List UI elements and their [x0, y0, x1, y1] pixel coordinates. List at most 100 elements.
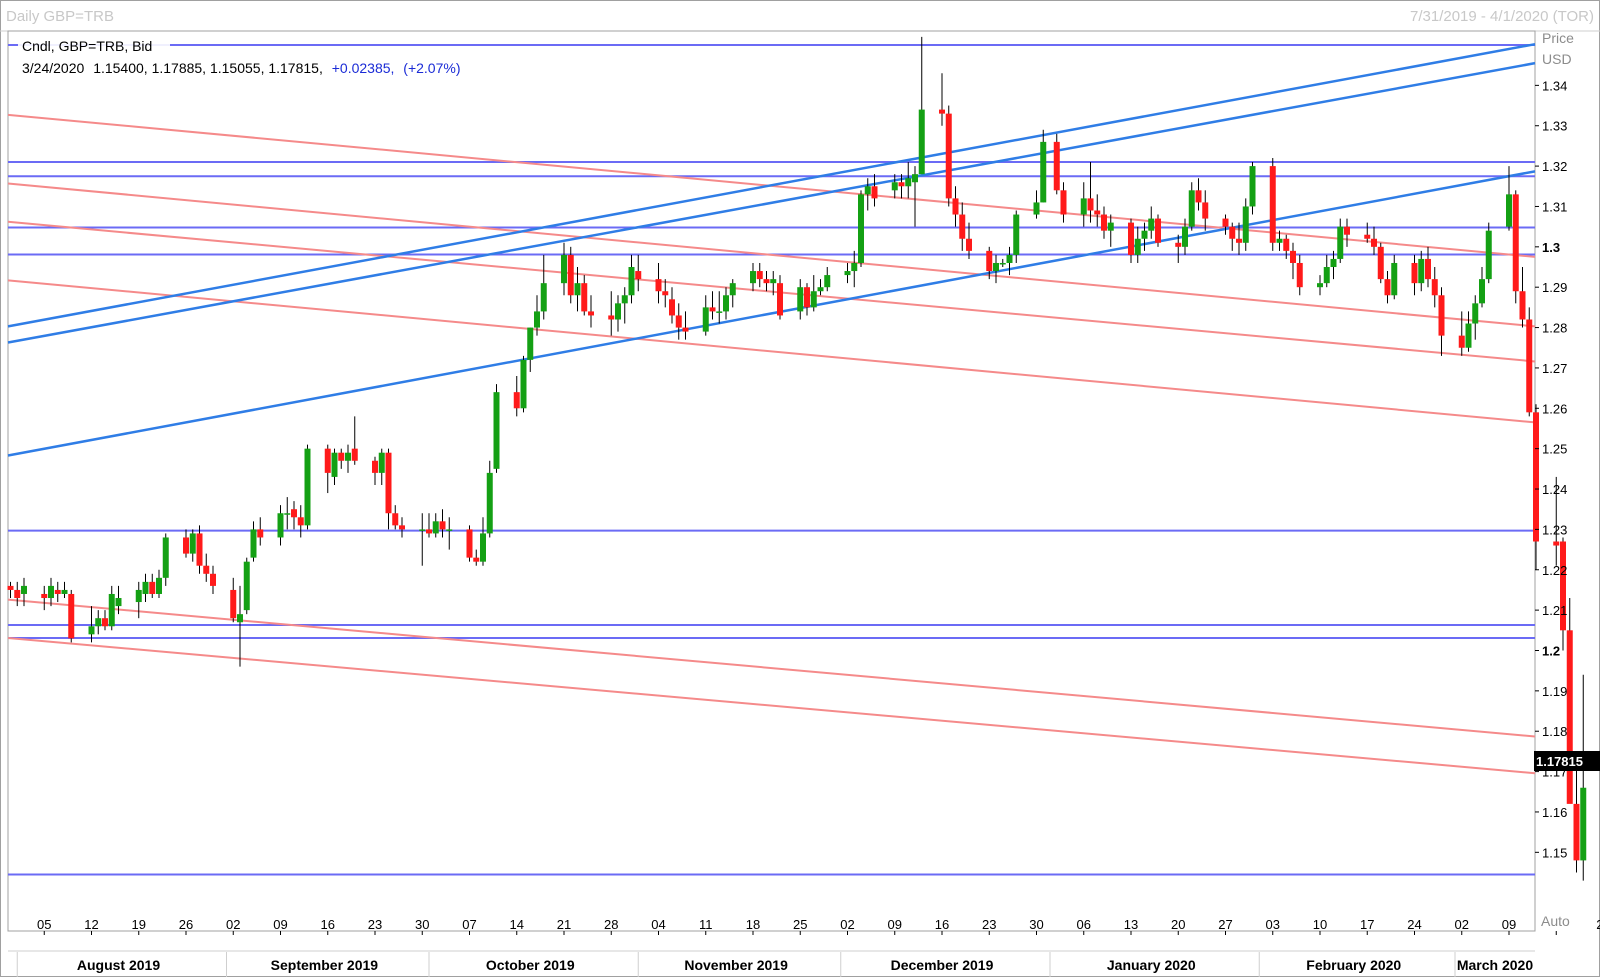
candle-body-down: [210, 573, 216, 586]
candle-body-up: [95, 618, 102, 627]
candle-body-down: [1202, 202, 1209, 219]
legend-ohlc: 1.15400, 1.17885, 1.15055, 1.17815,: [93, 60, 323, 76]
candle-body-down: [986, 250, 993, 272]
candle-body-up: [88, 626, 95, 635]
month-label: September 2019: [271, 957, 379, 973]
candle-body-down: [567, 254, 574, 296]
candle-body-down: [1458, 335, 1465, 348]
candle-body-up: [1479, 279, 1485, 304]
price-axis-title: Price: [1542, 30, 1574, 46]
price-tick-label: 1.29: [1542, 280, 1567, 295]
candle-body-down: [426, 529, 432, 534]
candle-body-up: [628, 267, 635, 296]
candle-body-up: [1323, 267, 1330, 284]
candle-body-down: [1236, 238, 1242, 243]
candle-body-down: [1411, 262, 1418, 284]
candle-body-up: [864, 186, 871, 195]
candle-body-up: [750, 271, 756, 284]
candle-body-down: [1431, 279, 1438, 296]
candle-body-up: [1134, 238, 1141, 255]
candle-body-down: [1519, 291, 1526, 320]
candle-body-down: [966, 238, 972, 251]
candle-body-down: [1377, 246, 1384, 280]
month-label: August 2019: [77, 957, 160, 973]
candle-body-up: [1580, 787, 1587, 861]
candle-body-up: [844, 271, 851, 276]
candle-body-up: [1337, 226, 1344, 259]
legend-ohlc-line: 3/24/2020 1.15400, 1.17885, 1.15055, 1.1…: [22, 60, 461, 76]
candle-body-down: [662, 291, 669, 296]
candle-body-up: [1182, 226, 1188, 247]
candle[interactable]: [68, 589, 75, 643]
candle-body-up: [918, 109, 925, 175]
candle-body-up: [162, 537, 169, 578]
candle[interactable]: [1053, 133, 1060, 195]
date-tick-label: 07: [462, 917, 476, 932]
date-tick-label: 25: [793, 917, 807, 932]
candle-body-up: [277, 513, 284, 538]
date-tick-label: 30: [415, 917, 429, 932]
candle-body-down: [608, 315, 615, 320]
month-label: December 2019: [891, 957, 994, 973]
candle-body-down: [230, 589, 237, 619]
candle-body-down: [945, 113, 952, 199]
price-tick-label: 1.26: [1542, 401, 1567, 416]
plot-area[interactable]: [7, 30, 1536, 932]
candle[interactable]: [304, 444, 311, 530]
candle[interactable]: [466, 525, 473, 562]
candle[interactable]: [1526, 307, 1533, 417]
candle-body-up: [1317, 283, 1323, 288]
date-tick-label: 02: [226, 917, 240, 932]
candle-body-down: [1526, 319, 1533, 413]
candle[interactable]: [858, 190, 864, 268]
candle-body-up: [1330, 258, 1337, 268]
date-tick-label: 18: [746, 917, 760, 932]
candle[interactable]: [520, 355, 527, 413]
candle-body-up: [135, 589, 142, 603]
candle-body-up: [243, 561, 250, 611]
candle-body-up: [999, 262, 1006, 265]
candle[interactable]: [1377, 242, 1384, 284]
candle[interactable]: [243, 557, 250, 615]
candle-body-down: [1364, 234, 1371, 239]
candle-body-up: [1465, 323, 1472, 348]
candle-body-up: [61, 589, 68, 594]
auto-scale-button[interactable]: Auto: [1541, 913, 1570, 929]
price-tick-label: 1.27: [1542, 361, 1567, 376]
date-tick-label: 20: [1171, 917, 1185, 932]
price-tick-label: 1.31: [1542, 199, 1567, 214]
candle-body-down: [939, 109, 945, 114]
price-tick-label: 1.33: [1542, 119, 1567, 134]
candle-body-down: [1094, 210, 1101, 215]
candle-body-down: [1128, 222, 1134, 255]
date-tick-label: 12: [84, 917, 98, 932]
candle-body-up: [142, 581, 149, 594]
candle-body-down: [14, 589, 21, 599]
candle[interactable]: [1155, 214, 1161, 247]
candle-body-down: [1566, 630, 1573, 804]
candle-body-up: [993, 262, 999, 272]
candle[interactable]: [1512, 190, 1519, 304]
candle-body-down: [1269, 166, 1276, 243]
date-tick-label: 09: [1502, 917, 1516, 932]
date-tick-label: 09: [888, 917, 902, 932]
candle-body-down: [1290, 250, 1296, 263]
price-tick-label: 1.18: [1542, 724, 1567, 739]
candle-body-up: [810, 291, 817, 308]
price-axis-unit: USD: [1542, 51, 1572, 67]
date-tick-label: 02: [840, 917, 854, 932]
candle[interactable]: [945, 105, 952, 207]
candle-body-down: [1425, 258, 1431, 280]
candle[interactable]: [1269, 158, 1276, 251]
candle-body-up: [108, 593, 115, 627]
candle-body-down: [1512, 194, 1519, 292]
candle-body-down: [1229, 226, 1236, 239]
candle-body-down: [324, 448, 331, 473]
candle[interactable]: [493, 384, 500, 473]
candle[interactable]: [1485, 222, 1492, 284]
candle-body-down: [466, 529, 473, 558]
candle-body-up: [345, 452, 351, 461]
candle-body-down: [635, 271, 642, 280]
candle[interactable]: [567, 246, 574, 304]
candle-body-up: [1472, 303, 1479, 324]
